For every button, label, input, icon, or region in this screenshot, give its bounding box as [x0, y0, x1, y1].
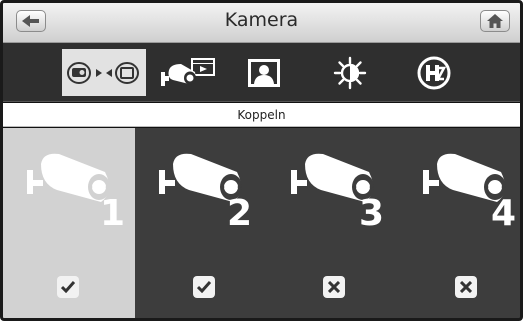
- camera-slot-4[interactable]: 4: [399, 128, 520, 318]
- camera-slot-2[interactable]: 2: [135, 128, 267, 318]
- camera-number: 4: [491, 193, 517, 234]
- camera-number: 1: [100, 193, 126, 234]
- page-title: Kamera: [224, 9, 299, 31]
- section-title: Koppeln: [237, 108, 286, 122]
- camera-number: 3: [359, 193, 385, 234]
- app-frame: Kamera Koppeln 1 2 3 4: [0, 0, 523, 321]
- home-button[interactable]: [480, 10, 510, 32]
- camera-pair-icon: [67, 61, 139, 84]
- camera-record-icon: [161, 57, 215, 86]
- tab-brightness[interactable]: [325, 49, 375, 96]
- tab-camera-record[interactable]: [153, 49, 223, 96]
- camera-number: 2: [227, 193, 253, 234]
- tab-photo[interactable]: [239, 49, 289, 96]
- header-bar: Kamera: [3, 3, 520, 43]
- unpaired-checkbox[interactable]: [455, 276, 477, 298]
- close-icon: [460, 281, 472, 293]
- tab-frequency[interactable]: [409, 49, 459, 96]
- camera-pair-grid: 1 2 3 4: [3, 128, 520, 318]
- camera-slot-3[interactable]: 3: [267, 128, 399, 318]
- brightness-icon: [333, 56, 367, 89]
- person-photo-icon: [248, 58, 280, 87]
- check-icon: [197, 281, 211, 293]
- section-header: Koppeln: [3, 103, 520, 127]
- unpaired-checkbox[interactable]: [323, 276, 345, 298]
- check-icon: [61, 281, 75, 293]
- camera-slot-1[interactable]: 1: [3, 128, 135, 318]
- paired-checkbox[interactable]: [57, 276, 79, 298]
- tab-pair[interactable]: [62, 49, 146, 96]
- hz-icon: [417, 56, 451, 89]
- settings-toolbar: [3, 43, 520, 102]
- home-icon: [487, 14, 503, 28]
- close-icon: [328, 281, 340, 293]
- paired-checkbox[interactable]: [193, 276, 215, 298]
